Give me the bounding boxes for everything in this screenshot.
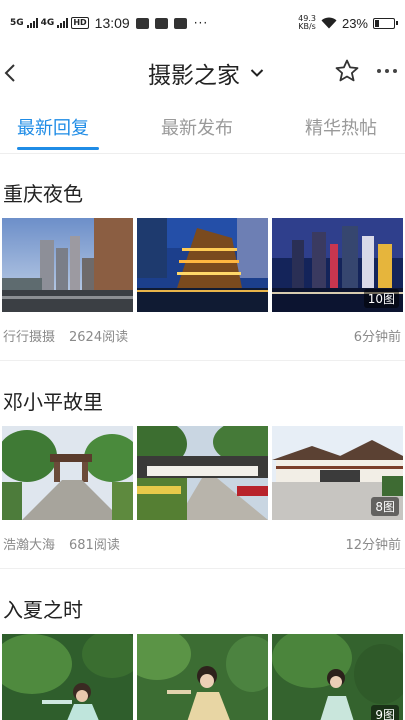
post-thumbnail[interactable] <box>2 634 133 720</box>
post-thumbnail[interactable] <box>137 218 268 312</box>
divider <box>0 360 405 361</box>
post-meta: 行行摄摄 2624阅读 <box>3 326 128 345</box>
battery-icon <box>373 17 398 29</box>
signal-4g-label: 4G <box>40 17 55 28</box>
post-author[interactable]: 行行摄摄 <box>3 326 55 345</box>
favorite-button[interactable] <box>334 58 360 84</box>
dot-icon <box>393 69 397 73</box>
notification-app-icon <box>154 17 168 29</box>
dot-icon <box>385 69 389 73</box>
post-thumbnail[interactable] <box>137 634 268 720</box>
hd-badge: HD <box>71 17 89 29</box>
star-icon <box>335 59 359 82</box>
post-item[interactable]: 入夏之时 9图 <box>0 594 405 720</box>
city-skyline-image <box>2 218 133 312</box>
notification-app-icon <box>135 17 149 29</box>
forum-title-dropdown[interactable]: 摄影之家 <box>148 58 264 89</box>
chevron-down-icon <box>250 69 264 77</box>
network-speed: 49.3 KB/s <box>298 15 316 31</box>
signal-5g-label: 5G <box>10 17 24 28</box>
clock: 13:09 <box>94 15 130 31</box>
post-author[interactable]: 浩瀚大海 <box>3 534 55 553</box>
tab-featured[interactable]: 精华热帖 <box>305 114 377 140</box>
post-image-grid: 8图 <box>2 426 404 520</box>
network-speed-unit: KB/s <box>298 22 316 31</box>
post-thumbnail[interactable]: 9图 <box>272 634 403 720</box>
page-title: 摄影之家 <box>148 63 240 89</box>
courtyard-gate-image <box>2 426 133 520</box>
post-read-count: 2624阅读 <box>69 330 129 345</box>
post-title[interactable]: 邓小平故里 <box>3 386 103 415</box>
wifi-icon <box>321 17 337 29</box>
chevron-left-icon <box>4 64 15 82</box>
post-title[interactable]: 入夏之时 <box>3 594 83 623</box>
post-thumbnail[interactable] <box>2 426 133 520</box>
garden-path-image <box>137 426 268 520</box>
post-title[interactable]: 重庆夜色 <box>3 178 83 207</box>
tab-indicator <box>17 147 99 150</box>
post-item[interactable]: 重庆夜色 10图 行行摄摄 2624阅读 6分钟前 <box>0 178 405 363</box>
image-count-badge: 9图 <box>371 705 399 720</box>
signal-bars-icon <box>57 18 69 28</box>
post-read-count: 681阅读 <box>69 538 120 553</box>
app-header: 摄影之家 <box>0 46 405 100</box>
image-count-badge: 10图 <box>363 289 399 308</box>
post-thumbnail[interactable] <box>2 218 133 312</box>
night-city-image <box>137 218 268 312</box>
dot-icon <box>377 69 381 73</box>
hanfu-portrait-image <box>2 634 133 720</box>
tab-latest-replies[interactable]: 最新回复 <box>17 114 89 140</box>
post-thumbnail[interactable]: 10图 <box>272 218 403 312</box>
battery-level <box>375 19 379 27</box>
post-meta: 浩瀚大海 681阅读 <box>3 534 120 553</box>
post-time: 12分钟前 <box>345 538 401 553</box>
battery-percent: 23% <box>341 15 368 31</box>
post-time: 6分钟前 <box>353 330 401 345</box>
post-item[interactable]: 邓小平故里 8图 浩瀚大海 681阅读 12分钟前 <box>0 386 405 571</box>
post-image-grid: 9图 <box>2 634 404 720</box>
post-thumbnail[interactable]: 8图 <box>272 426 403 520</box>
image-count-badge: 8图 <box>371 497 399 516</box>
notification-app-icon <box>173 17 187 29</box>
signal-bars-icon <box>26 18 38 28</box>
back-button[interactable] <box>0 58 20 88</box>
post-image-grid: 10图 <box>2 218 404 312</box>
tab-bar: 最新回复 最新发布 精华热帖 <box>0 100 405 154</box>
more-options-button[interactable] <box>372 58 402 84</box>
more-notifications-icon: ··· <box>193 16 209 30</box>
post-thumbnail[interactable] <box>137 426 268 520</box>
tab-latest-posts[interactable]: 最新发布 <box>161 114 233 140</box>
status-bar: 5G 4G HD 13:09 ··· 49.3 KB/s 23% <box>0 0 405 46</box>
hanfu-portrait-image <box>137 634 268 720</box>
divider <box>0 568 405 569</box>
